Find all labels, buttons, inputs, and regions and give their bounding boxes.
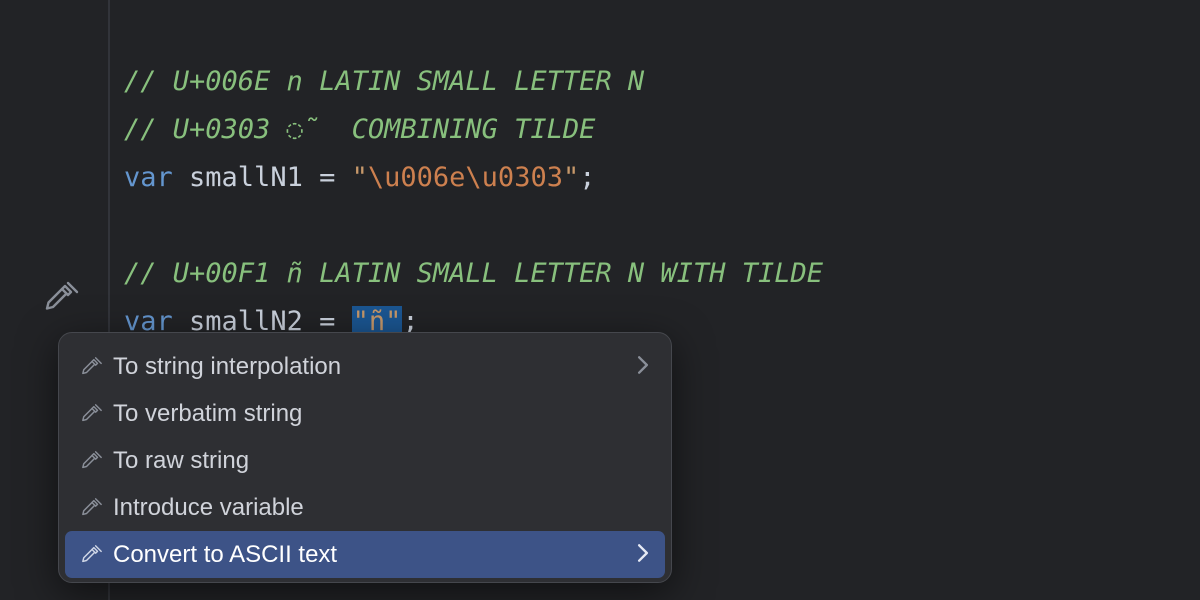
code-identifier: smallN1 xyxy=(173,162,319,193)
code-escape: \u006e xyxy=(368,162,466,193)
context-action-label: To verbatim string xyxy=(113,400,649,428)
context-action-label: Introduce variable xyxy=(113,494,649,522)
context-action-item[interactable]: To verbatim string xyxy=(59,390,671,437)
hammer-icon xyxy=(77,544,107,566)
code-keyword: var xyxy=(124,162,173,193)
hammer-icon xyxy=(77,356,107,378)
code-operator: = xyxy=(319,162,352,193)
chevron-right-icon xyxy=(637,542,649,568)
code-comment: // U+00F1 ñ LATIN SMALL LETTER N WITH TI… xyxy=(124,258,823,289)
context-action-item[interactable]: To string interpolation xyxy=(59,343,671,390)
hammer-icon xyxy=(77,497,107,519)
hammer-icon xyxy=(77,403,107,425)
hammer-icon xyxy=(77,450,107,472)
context-action-item[interactable]: Introduce variable xyxy=(59,484,671,531)
context-action-label: To raw string xyxy=(113,447,649,475)
code-semicolon: ; xyxy=(579,162,595,193)
code-editor[interactable]: // U+006E n LATIN SMALL LETTER N // U+03… xyxy=(0,0,1200,600)
context-action-item[interactable]: To raw string xyxy=(59,437,671,484)
context-action-label: Convert to ASCII text xyxy=(113,541,627,569)
code-comment: // U+0303 ◌̃ COMBINING TILDE xyxy=(124,114,595,145)
code-string-quote: " xyxy=(563,162,579,193)
code-escape: \u0303 xyxy=(465,162,563,193)
context-action-item[interactable]: Convert to ASCII text xyxy=(65,531,665,578)
context-action-label: To string interpolation xyxy=(113,353,627,381)
code-string-quote: " xyxy=(352,162,368,193)
context-actions-popup[interactable]: To string interpolation To verbatim strin… xyxy=(58,332,672,583)
chevron-right-icon xyxy=(637,354,649,380)
code-comment: // U+006E n LATIN SMALL LETTER N xyxy=(124,66,644,97)
quick-fix-gutter-icon[interactable] xyxy=(44,280,80,316)
